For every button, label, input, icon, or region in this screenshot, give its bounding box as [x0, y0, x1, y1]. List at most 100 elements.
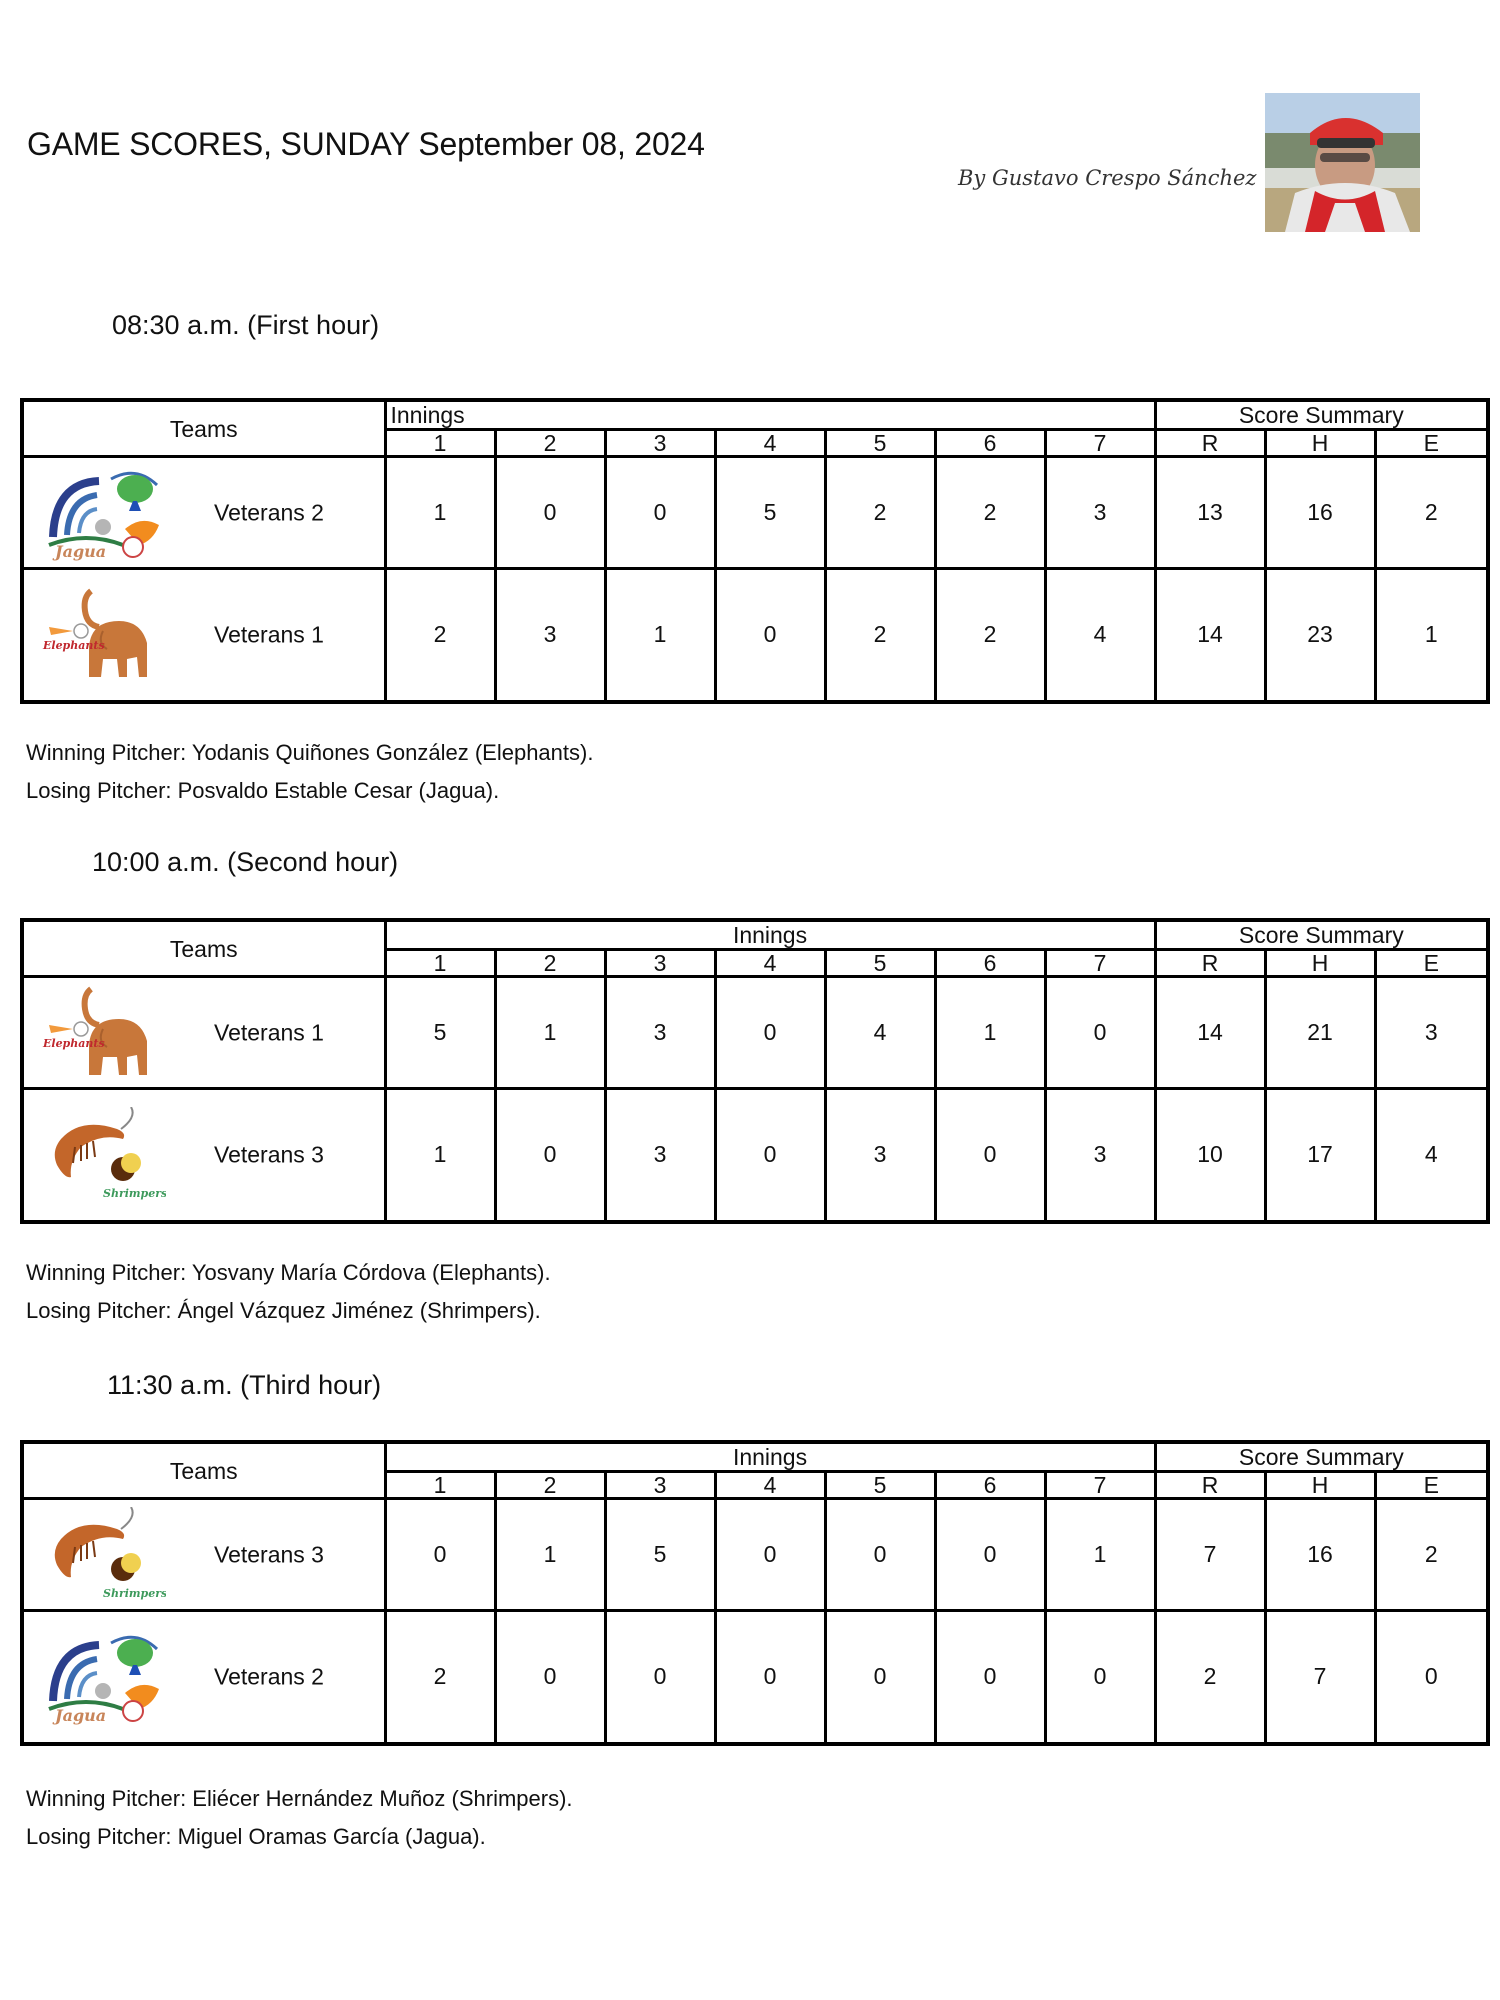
inning-score: 3 [1043, 455, 1157, 570]
teams-header: Teams [20, 398, 387, 458]
innings-header: Innings [383, 1440, 1157, 1473]
inning-2-header: 2 [493, 428, 607, 458]
shrimpers-logo-icon: Shrimpers [53, 1506, 166, 1600]
inning-6-header: 6 [933, 1470, 1047, 1500]
inning-score: 0 [933, 1497, 1047, 1612]
inning-score: 0 [493, 1087, 607, 1223]
game-2-winning-pitcher: Winning Pitcher: Yosvany María Córdova (… [26, 1260, 551, 1285]
hits-header: H [1263, 428, 1377, 458]
errors-header: E [1373, 428, 1490, 458]
svg-text:Elephants: Elephants [42, 639, 105, 652]
teams-header: Teams [20, 918, 387, 978]
inning-1-header: 1 [383, 948, 497, 978]
runs-header: R [1153, 428, 1267, 458]
runs-value: 10 [1153, 1087, 1267, 1223]
inning-score: 1 [493, 975, 607, 1090]
elephants-logo-icon: Elephants [42, 587, 166, 683]
inning-score: 0 [713, 1609, 827, 1745]
inning-score: 0 [493, 455, 607, 570]
inning-2-header: 2 [493, 948, 607, 978]
inning-score: 1 [603, 567, 717, 703]
team-cell: Shrimpers Veterans 3 [20, 1087, 387, 1223]
errors-value: 4 [1373, 1087, 1490, 1223]
hits-header: H [1263, 948, 1377, 978]
game-2-time-heading: 10:00 a.m. (Second hour) [92, 847, 399, 877]
game-3-winning-pitcher: Winning Pitcher: Eliécer Hernández Muñoz… [26, 1786, 573, 1811]
runs-value: 2 [1153, 1609, 1267, 1745]
inning-score: 0 [713, 567, 827, 703]
inning-7-header: 7 [1043, 1470, 1157, 1500]
inning-score: 0 [383, 1497, 497, 1612]
team-name: Veterans 3 [214, 1141, 324, 1168]
inning-score: 0 [823, 1497, 937, 1612]
inning-1-header: 1 [383, 1470, 497, 1500]
inning-score: 4 [823, 975, 937, 1090]
inning-score: 5 [713, 455, 827, 570]
errors-value: 3 [1373, 975, 1490, 1090]
runs-header: R [1153, 1470, 1267, 1500]
team-name: Veterans 2 [214, 499, 324, 525]
inning-7-header: 7 [1043, 948, 1157, 978]
innings-header: Innings [383, 398, 1157, 431]
table-row: Elephants Veterans 1 2 3 1 0 2 2 4 14 23… [20, 567, 1490, 703]
table-row: Shrimpers Veterans 3 1 0 3 0 3 0 3 10 17… [20, 1087, 1490, 1223]
inning-3-header: 3 [603, 948, 717, 978]
inning-score: 5 [383, 975, 497, 1090]
team-cell: Jagua Veterans 2 [20, 455, 387, 570]
inning-score: 0 [933, 1609, 1047, 1745]
svg-text:Shrimpers: Shrimpers [103, 1587, 166, 1600]
runs-value: 14 [1153, 975, 1267, 1090]
team-cell: Elephants Veterans 1 [20, 975, 387, 1090]
team-name: Veterans 3 [214, 1541, 324, 1567]
inning-score: 2 [383, 567, 497, 703]
runs-value: 14 [1153, 567, 1267, 703]
game-1-winning-pitcher: Winning Pitcher: Yodanis Quiñones Gonzál… [26, 740, 594, 765]
author-photo [1265, 93, 1420, 232]
inning-4-header: 4 [713, 1470, 827, 1500]
svg-text:Jagua: Jagua [52, 542, 106, 561]
team-name: Veterans 1 [214, 1019, 324, 1045]
shrimpers-logo-icon: Shrimpers [53, 1106, 166, 1200]
hits-value: 21 [1263, 975, 1377, 1090]
game-2-losing-pitcher: Losing Pitcher: Ángel Vázquez Jiménez (S… [26, 1298, 541, 1323]
hits-value: 17 [1263, 1087, 1377, 1223]
inning-5-header: 5 [823, 1470, 937, 1500]
inning-score: 5 [603, 1497, 717, 1612]
hits-value: 16 [1263, 455, 1377, 570]
errors-value: 1 [1373, 567, 1490, 703]
svg-text:Shrimpers: Shrimpers [103, 1187, 166, 1200]
table-row: Jagua Veterans 2 1 0 0 5 2 2 3 13 16 2 [20, 455, 1490, 570]
inning-score: 1 [493, 1497, 607, 1612]
hits-header: H [1263, 1470, 1377, 1500]
inning-score: 1 [383, 1087, 497, 1223]
inning-score: 3 [493, 567, 607, 703]
inning-score: 1 [1043, 1497, 1157, 1612]
jagua-logo-icon: Jagua [36, 1629, 166, 1725]
inning-score: 1 [383, 455, 497, 570]
teams-header: Teams [20, 1440, 387, 1500]
errors-value: 2 [1373, 1497, 1490, 1612]
hits-value: 7 [1263, 1609, 1377, 1745]
svg-text:Jagua: Jagua [52, 1706, 106, 1725]
inning-score: 3 [823, 1087, 937, 1223]
team-cell: Jagua Veterans 2 [20, 1609, 387, 1745]
runs-value: 7 [1153, 1497, 1267, 1612]
game-1-scoreboard: Teams Innings Score Summary 1 2 3 4 5 6 … [20, 398, 1491, 704]
byline: By Gustavo Crespo Sánchez [958, 166, 1257, 190]
inning-1-header: 1 [383, 428, 497, 458]
inning-score: 3 [603, 1087, 717, 1223]
runs-value: 13 [1153, 455, 1267, 570]
table-row: Elephants Veterans 1 5 1 3 0 4 1 0 14 21… [20, 975, 1490, 1090]
game-2-scoreboard: Teams Innings Score Summary 1 2 3 4 5 6 … [20, 918, 1491, 1224]
game-3-losing-pitcher: Losing Pitcher: Miguel Oramas García (Ja… [26, 1824, 486, 1849]
errors-header: E [1373, 948, 1490, 978]
inning-score: 2 [933, 455, 1047, 570]
inning-3-header: 3 [603, 1470, 717, 1500]
team-name: Veterans 2 [214, 1663, 324, 1690]
inning-4-header: 4 [713, 948, 827, 978]
hits-value: 16 [1263, 1497, 1377, 1612]
score-summary-header: Score Summary [1153, 1440, 1490, 1473]
inning-score: 0 [603, 1609, 717, 1745]
elephants-logo-icon: Elephants [42, 985, 166, 1081]
game-1-time-heading: 08:30 a.m. (First hour) [112, 310, 380, 340]
